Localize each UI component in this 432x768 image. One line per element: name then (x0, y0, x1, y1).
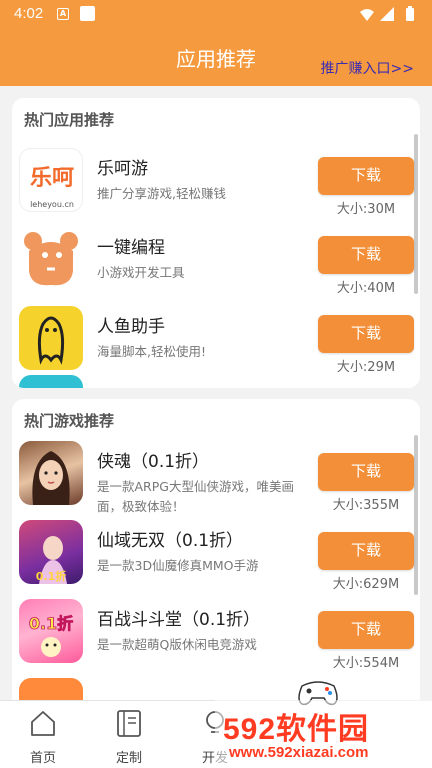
game-desc: 是一款超萌Q版休闲电竞游戏 (97, 637, 257, 652)
nav-custom[interactable]: 定制 (86, 701, 172, 768)
download-button[interactable]: 下载 (318, 157, 414, 195)
list-item[interactable] (12, 375, 420, 388)
app-name: 人鱼助手 (97, 317, 165, 337)
hot-apps-list: 乐呵 leheyou.cn 乐呵游 推广分享游戏,轻松赚钱 下载 大小:30M (12, 140, 420, 388)
system-status-icons (360, 6, 414, 21)
list-item[interactable]: 0.1折 百战斗斗堂（0.1折） 是一款超萌Q版休闲电竞游戏 下载 大小:554… (12, 599, 420, 678)
game-size: 大小:355M (332, 498, 400, 513)
notification-a-icon: A (57, 8, 69, 20)
download-button[interactable]: 下载 (318, 315, 414, 353)
list-item[interactable]: 人鱼助手 海量脚本,轻松使用! 下载 大小:29M (12, 306, 420, 385)
download-button[interactable]: 下载 (318, 532, 414, 570)
game-desc: 是一款3D仙魔修真MMO手游 (97, 558, 259, 573)
download-button[interactable]: 下载 (318, 453, 414, 491)
app-desc: 小游戏开发工具 (97, 265, 185, 280)
watermark: 592软件园 www.592xiazai.com (215, 700, 432, 768)
app-icon-partial (19, 375, 83, 388)
game-name: 仙域无双（0.1折） (97, 531, 244, 551)
leheyou-app-icon: 乐呵 leheyou.cn (19, 148, 83, 212)
leheyou-icon-text: 乐呵 (30, 166, 74, 191)
download-button[interactable]: 下载 (318, 611, 414, 649)
nav-home-label: 首页 (29, 751, 56, 766)
hot-apps-card: 热门应用推荐 乐呵 leheyou.cn 乐呵游 推广分享游戏,轻松赚钱 下载 … (12, 98, 420, 388)
watermark-logo-text: 592软件园 (223, 713, 370, 746)
app-name: 乐呵游 (97, 159, 148, 179)
game-size: 大小:629M (332, 577, 400, 592)
nav-custom-label: 定制 (115, 751, 142, 766)
app-name: 一键编程 (97, 238, 165, 258)
xianyu-game-icon: 0.1折 (19, 520, 83, 584)
mermaid-app-icon (19, 306, 83, 370)
game-desc: 是一款ARPG大型仙侠游戏，唯美画面，极致体验！ (97, 479, 294, 514)
game-name: 侠魂（0.1折） (97, 452, 210, 472)
status-bar: 4:02 A (0, 0, 432, 28)
app-desc: 推广分享游戏,轻松赚钱 (97, 186, 226, 201)
app-header: 应用推荐 推广赚入口>> (0, 28, 432, 86)
xiahun-game-icon (19, 441, 83, 505)
section-title-hot-games: 热门游戏推荐 (24, 412, 115, 430)
book-icon (117, 710, 141, 737)
list-item[interactable]: 乐呵 leheyou.cn 乐呵游 推广分享游戏,轻松赚钱 下载 大小:30M (12, 148, 420, 227)
game-icon-badge: 0.1折 (29, 614, 73, 633)
list-item[interactable]: 一键编程 小游戏开发工具 下载 大小:40M (12, 227, 420, 306)
home-icon (31, 711, 55, 736)
download-button[interactable]: 下载 (318, 236, 414, 274)
hot-games-card: 热门游戏推荐 侠魂（0.1折） 是一款ARPG大型仙侠游戏，唯美画面，极致体验！… (12, 399, 420, 700)
programming-app-icon (19, 227, 83, 291)
notification-square-icon (80, 6, 95, 21)
section-title-hot-apps: 热门应用推荐 (24, 111, 115, 129)
game-size: 大小:554M (332, 656, 400, 671)
leheyou-icon-domain: leheyou.cn (30, 200, 74, 209)
app-size: 大小:30M (336, 202, 396, 217)
app-size: 大小:40M (336, 281, 396, 296)
app-size: 大小:29M (336, 360, 396, 375)
list-item[interactable] (12, 678, 420, 700)
nav-home[interactable]: 首页 (0, 701, 86, 768)
game-icon-badge: 0.1折 (36, 569, 67, 583)
game-icon-partial (19, 678, 83, 700)
game-name: 百战斗斗堂（0.1折） (97, 610, 261, 630)
promo-link[interactable]: 推广赚入口>> (321, 58, 414, 78)
list-item[interactable]: 0.1折 仙域无双（0.1折） 是一款3D仙魔修真MMO手游 下载 大小:629… (12, 520, 420, 599)
watermark-url: www.592xiazai.com (229, 744, 369, 761)
list-item[interactable]: 侠魂（0.1折） 是一款ARPG大型仙侠游戏，唯美画面，极致体验！ 下载 大小:… (12, 441, 420, 520)
baizhan-game-icon: 0.1折 (19, 599, 83, 663)
app-desc: 海量脚本,轻松使用! (97, 344, 206, 359)
status-time: 4:02 (14, 5, 44, 22)
hot-games-list: 侠魂（0.1折） 是一款ARPG大型仙侠游戏，唯美画面，极致体验！ 下载 大小:… (12, 441, 420, 700)
